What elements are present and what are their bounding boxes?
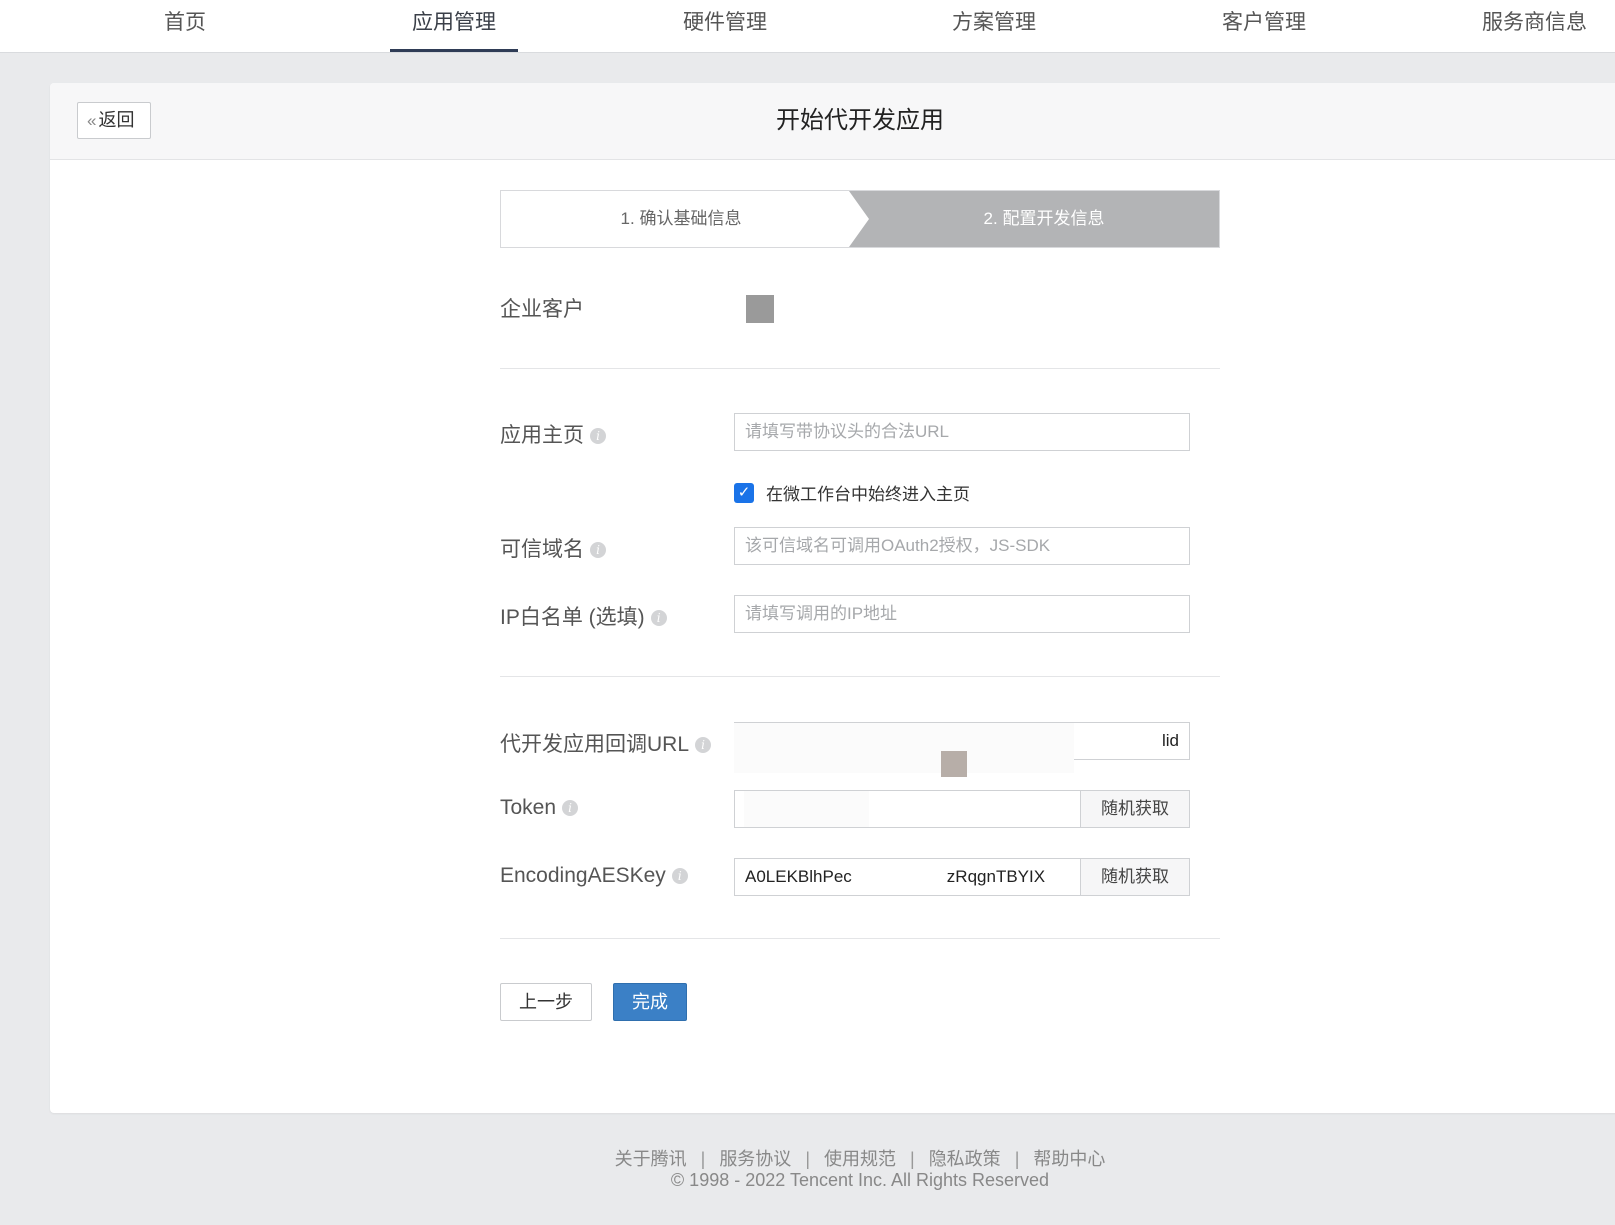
aes-key-value-end: zRqgnTBYIX (946, 867, 1046, 886)
main-card: «返回 开始代开发应用 1. 确认基础信息 2. 配置开发信息 企业客户 应用主… (50, 83, 1615, 1113)
done-button[interactable]: 完成 (613, 983, 687, 1021)
step-configure-dev-info: 2. 配置开发信息 (849, 191, 1219, 247)
info-icon[interactable]: i (650, 610, 667, 627)
callback-url-value: lid (1161, 731, 1179, 750)
nav-item-solution-management[interactable]: 方案管理 (952, 0, 1036, 52)
footer-link-usage-rules[interactable]: 使用规范 (824, 1149, 896, 1169)
footer-separator: | (805, 1149, 810, 1169)
footer-links: 关于腾讯 | 服务协议 | 使用规范 | 隐私政策 | 帮助中心 (0, 1145, 1615, 1171)
previous-step-button[interactable]: 上一步 (500, 983, 592, 1021)
redacted-area (734, 723, 1074, 773)
nav-item-hardware-management[interactable]: 硬件管理 (683, 0, 767, 52)
redacted-block (941, 751, 967, 777)
token-label-text: Token (500, 796, 557, 819)
footer-separator: | (910, 1149, 915, 1169)
ip-whitelist-input[interactable] (734, 595, 1190, 633)
step-confirm-basic-info: 1. 确认基础信息 (620, 209, 742, 228)
footer-link-help-center[interactable]: 帮助中心 (1033, 1149, 1105, 1169)
trusted-domain-label-text: 可信域名 (500, 538, 584, 561)
info-icon[interactable]: i (671, 868, 688, 885)
always-enter-homepage-checkbox[interactable]: ✓ (734, 482, 754, 503)
token-random-button[interactable]: 随机获取 (1080, 790, 1190, 828)
trusted-domain-input[interactable] (734, 527, 1190, 565)
aes-key-label-text: EncodingAESKey (500, 864, 666, 887)
aes-key-value-start: A0LEKBlhPec (745, 867, 852, 886)
nav-item-app-management[interactable]: 应用管理 (390, 0, 518, 52)
aes-key-random-button[interactable]: 随机获取 (1080, 858, 1190, 896)
token-label: Token i (500, 796, 579, 820)
card-header: «返回 开始代开发应用 (50, 83, 1615, 160)
callback-url-label-text: 代开发应用回调URL (500, 733, 690, 756)
always-enter-homepage-option: ✓ 在微工作台中始终进入主页 (734, 480, 970, 505)
stepper: 1. 确认基础信息 2. 配置开发信息 (500, 190, 1220, 248)
copyright: © 1998 - 2022 Tencent Inc. All Rights Re… (670, 1170, 1050, 1190)
footer-separator: | (700, 1149, 706, 1169)
enterprise-customer-label: 企业客户 (500, 298, 584, 321)
ip-whitelist-label-text: IP白名单 (选填) (500, 606, 645, 629)
footer-link-about[interactable]: 关于腾讯 (615, 1149, 687, 1169)
homepage-label: 应用主页 i (500, 419, 606, 449)
trusted-domain-label: 可信域名 i (500, 533, 606, 563)
footer-separator: | (1014, 1149, 1020, 1169)
enterprise-avatar (746, 295, 774, 323)
homepage-url-input[interactable] (734, 413, 1190, 451)
homepage-label-text: 应用主页 (500, 424, 584, 447)
footer-link-service-agreement[interactable]: 服务协议 (719, 1149, 791, 1169)
page-title: 开始代开发应用 (776, 107, 944, 134)
nav-item-provider-info[interactable]: 服务商信息 (1482, 0, 1587, 52)
top-nav: 首页 应用管理 硬件管理 方案管理 客户管理 服务商信息 (0, 0, 1615, 53)
divider (500, 938, 1220, 939)
redacted-area (744, 791, 869, 827)
divider (500, 368, 1220, 369)
footer-link-privacy-policy[interactable]: 隐私政策 (929, 1149, 1001, 1169)
info-icon[interactable]: i (562, 800, 579, 817)
aes-key-input[interactable]: A0LEKBlhPec zRqgnTBYIX (734, 858, 1081, 896)
nav-item-home[interactable]: 首页 (164, 0, 206, 52)
divider (500, 676, 1220, 677)
ip-whitelist-label: IP白名单 (选填) i (500, 601, 667, 631)
callback-url-label: 代开发应用回调URL i (500, 728, 712, 758)
always-enter-homepage-label: 在微工作台中始终进入主页 (766, 485, 970, 504)
info-icon[interactable]: i (695, 737, 712, 754)
nav-item-customer-management[interactable]: 客户管理 (1222, 0, 1306, 52)
aes-key-label: EncodingAESKey i (500, 864, 688, 888)
info-icon[interactable]: i (590, 428, 606, 445)
info-icon[interactable]: i (590, 542, 606, 559)
